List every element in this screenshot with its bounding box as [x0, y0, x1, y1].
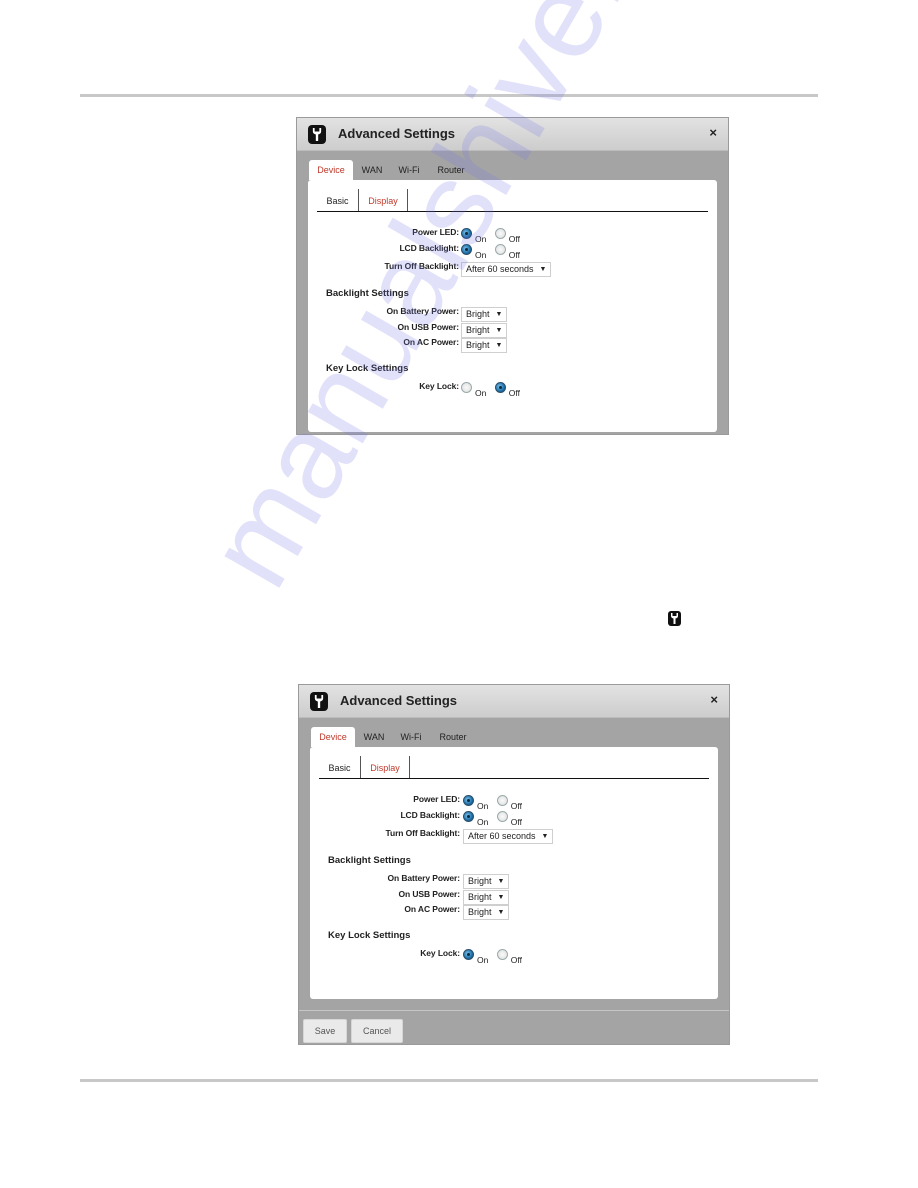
sub-tabs: Basic Display — [319, 756, 709, 779]
sub-tabs: Basic Display — [317, 189, 708, 212]
power-led-on-radio[interactable] — [463, 795, 474, 807]
turn-off-backlight-label: Turn Off Backlight: — [385, 828, 461, 838]
select-value: Bright — [466, 340, 490, 350]
subtab-display[interactable]: Display — [361, 756, 410, 778]
power-led-off-radio[interactable] — [494, 228, 506, 240]
usb-power-row: On USB Power: Bright ▼ — [308, 320, 717, 338]
power-led-label: Power LED: — [413, 794, 460, 804]
key-lock-row: Key Lock: On Off — [310, 946, 718, 965]
key-lock-row: Key Lock: On Off — [308, 379, 717, 398]
tab-wifi[interactable]: Wi-Fi — [399, 727, 423, 747]
footer-divider — [299, 1010, 729, 1011]
battery-power-label: On Battery Power: — [386, 306, 460, 316]
lcd-backlight-label: LCD Backlight: — [400, 810, 460, 820]
settings-panel: Basic Display Power LED: On Off LCD Back… — [310, 747, 718, 999]
page-footer-rule — [80, 1079, 818, 1082]
window-title: Advanced Settings — [338, 126, 456, 141]
key-lock-on-radio[interactable] — [461, 382, 472, 394]
lcd-backlight-row: LCD Backlight: On Off — [310, 808, 718, 827]
key-lock-settings-heading: Key Lock Settings — [326, 363, 409, 374]
key-lock-off-radio[interactable] — [496, 949, 508, 961]
page-header-rule — [80, 94, 818, 97]
select-value: Bright — [468, 907, 492, 917]
title-bar: Advanced Settings × — [299, 685, 729, 718]
advanced-settings-window: Advanced Settings × Device WAN Wi-Fi Rou… — [298, 684, 730, 1045]
window-title: Advanced Settings — [340, 693, 458, 708]
wrench-icon — [310, 692, 328, 711]
power-led-row: Power LED: On Off — [310, 792, 718, 811]
power-led-row: Power LED: On Off — [308, 225, 717, 244]
tab-wan[interactable]: WAN — [359, 160, 385, 180]
select-value: Bright — [466, 309, 490, 319]
key-lock-on-radio[interactable] — [463, 949, 474, 961]
key-lock-label: Key Lock: — [419, 381, 459, 391]
turn-off-backlight-select[interactable]: After 60 seconds ▼ — [463, 829, 554, 844]
chevron-down-icon: ▼ — [495, 342, 503, 349]
ac-power-label: On AC Power: — [404, 904, 460, 914]
lcd-backlight-on-radio[interactable] — [461, 244, 472, 256]
turn-off-backlight-row: Turn Off Backlight: After 60 seconds ▼ — [310, 826, 718, 844]
battery-power-label: On Battery Power: — [387, 873, 461, 883]
power-led-off-radio[interactable] — [496, 795, 508, 807]
chevron-down-icon: ▼ — [541, 833, 549, 840]
lcd-backlight-off-radio[interactable] — [494, 244, 506, 256]
backlight-settings-heading: Backlight Settings — [326, 288, 409, 299]
advanced-settings-window: Advanced Settings × Device WAN Wi-Fi Rou… — [296, 117, 729, 435]
tab-wan[interactable]: WAN — [361, 727, 387, 747]
lcd-backlight-label: LCD Backlight: — [399, 243, 459, 253]
option-label: Off — [510, 955, 522, 965]
tab-router[interactable]: Router — [438, 727, 468, 747]
ac-power-label: On AC Power: — [403, 337, 459, 347]
ac-power-row: On AC Power: Bright ▼ — [310, 902, 718, 920]
battery-power-row: On Battery Power: Bright ▼ — [308, 304, 717, 322]
usb-power-label: On USB Power: — [398, 889, 460, 899]
subtab-basic[interactable]: Basic — [319, 756, 361, 778]
save-button[interactable]: Save — [303, 1019, 347, 1043]
tab-wifi[interactable]: Wi-Fi — [397, 160, 421, 180]
tab-device[interactable]: Device — [311, 727, 355, 747]
turn-off-backlight-label: Turn Off Backlight: — [384, 261, 460, 271]
subtab-basic[interactable]: Basic — [317, 189, 359, 211]
tab-device[interactable]: Device — [309, 160, 353, 180]
close-icon[interactable]: × — [710, 692, 718, 707]
lcd-backlight-on-radio[interactable] — [463, 811, 474, 823]
wrench-icon — [308, 125, 326, 144]
battery-power-row: On Battery Power: Bright ▼ — [310, 871, 718, 889]
power-led-label: Power LED: — [412, 227, 459, 237]
usb-power-row: On USB Power: Bright ▼ — [310, 887, 718, 905]
chevron-down-icon: ▼ — [539, 266, 547, 273]
turn-off-backlight-select[interactable]: After 60 seconds ▼ — [461, 262, 552, 277]
lcd-backlight-row: LCD Backlight: On Off — [308, 241, 717, 260]
option-label: Off — [508, 388, 520, 398]
title-bar: Advanced Settings × — [297, 118, 728, 151]
turn-off-backlight-row: Turn Off Backlight: After 60 seconds ▼ — [308, 259, 717, 277]
select-value: Bright — [466, 325, 490, 335]
option-label: On — [477, 955, 489, 965]
chevron-down-icon: ▼ — [497, 909, 505, 916]
lcd-backlight-off-radio[interactable] — [496, 811, 508, 823]
ac-power-select[interactable]: Bright ▼ — [461, 338, 508, 353]
usb-power-label: On USB Power: — [397, 322, 459, 332]
select-value: After 60 seconds — [466, 264, 534, 274]
select-value: After 60 seconds — [468, 831, 536, 841]
select-value: Bright — [468, 892, 492, 902]
tab-router[interactable]: Router — [436, 160, 466, 180]
cancel-button[interactable]: Cancel — [351, 1019, 403, 1043]
select-value: Bright — [468, 876, 492, 886]
key-lock-settings-heading: Key Lock Settings — [328, 930, 411, 941]
settings-panel: Basic Display Power LED: On Off LCD Back… — [308, 180, 717, 432]
ac-power-row: On AC Power: Bright ▼ — [308, 335, 717, 353]
wrench-icon — [668, 611, 681, 626]
option-label: On — [475, 388, 487, 398]
close-icon[interactable]: × — [709, 125, 717, 140]
key-lock-off-radio[interactable] — [494, 382, 506, 394]
ac-power-select[interactable]: Bright ▼ — [463, 905, 510, 920]
key-lock-label: Key Lock: — [420, 948, 460, 958]
power-led-on-radio[interactable] — [461, 228, 472, 240]
backlight-settings-heading: Backlight Settings — [328, 855, 411, 866]
subtab-display[interactable]: Display — [359, 189, 408, 211]
